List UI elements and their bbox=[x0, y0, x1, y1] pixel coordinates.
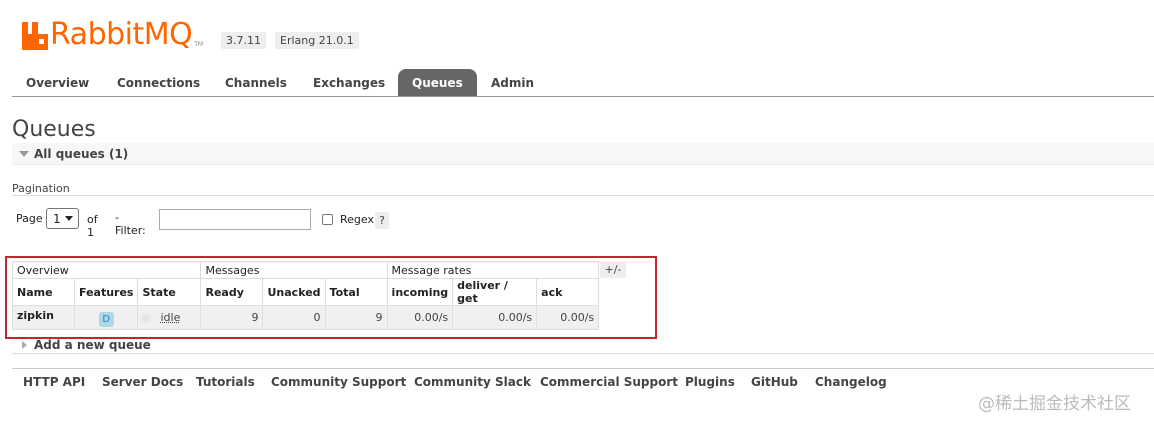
tab-exchanges[interactable]: Exchanges bbox=[299, 69, 399, 96]
footer-link-server-docs[interactable]: Server Docs bbox=[102, 375, 183, 389]
filter-label: - Filter: bbox=[115, 211, 146, 237]
add-queue-label: Add a new queue bbox=[34, 338, 151, 352]
features-cell: D bbox=[73, 305, 139, 330]
footer-link-http-api[interactable]: HTTP API bbox=[23, 375, 85, 389]
queues-table: Overview Messages Message rates Name Fea… bbox=[11, 261, 600, 330]
erlang-version-badge: Erlang 21.0.1 bbox=[275, 32, 359, 49]
page-select[interactable]: 1 bbox=[46, 208, 79, 229]
column-header-name[interactable]: Name bbox=[12, 278, 75, 306]
unacked-cell: 0 bbox=[262, 305, 326, 330]
watermark: @稀土掘金技术社区 bbox=[978, 394, 1131, 414]
incoming-cell: 0.00/s bbox=[386, 305, 454, 330]
all-queues-label: All queues (1) bbox=[34, 147, 129, 161]
footer-link-tutorials[interactable]: Tutorials bbox=[196, 375, 255, 389]
regex-checkbox[interactable] bbox=[322, 214, 333, 225]
tab-admin[interactable]: Admin bbox=[477, 69, 548, 96]
page-select-value: 1 bbox=[53, 212, 61, 226]
pagination-heading: Pagination bbox=[12, 182, 70, 195]
rabbit-logo-icon bbox=[22, 22, 48, 50]
all-queues-section-toggle[interactable]: All queues (1) bbox=[12, 143, 1154, 165]
page-label: Page bbox=[16, 212, 43, 225]
table-group-header-row: Overview Messages Message rates bbox=[11, 261, 600, 279]
help-button[interactable]: ? bbox=[375, 212, 389, 229]
durable-badge: D bbox=[98, 312, 114, 327]
footer-link-plugins[interactable]: Plugins bbox=[685, 375, 735, 389]
tab-overview[interactable]: Overview bbox=[12, 69, 103, 96]
column-header-incoming[interactable]: incoming bbox=[386, 278, 454, 306]
expand-triangle-icon bbox=[22, 341, 27, 349]
main-nav-tabs: Overview Connections Channels Exchanges … bbox=[12, 69, 1154, 97]
logo-trademark: TM bbox=[194, 41, 204, 48]
footer-link-community-support[interactable]: Community Support bbox=[271, 375, 406, 389]
column-header-total[interactable]: Total bbox=[324, 278, 388, 306]
ready-cell: 9 bbox=[200, 305, 264, 330]
group-header-overview: Overview bbox=[11, 261, 202, 279]
tab-channels[interactable]: Channels bbox=[211, 69, 301, 96]
column-header-deliver-get[interactable]: deliver / get bbox=[452, 278, 538, 306]
footer-link-community-slack[interactable]: Community Slack bbox=[414, 375, 531, 389]
footer-link-changelog[interactable]: Changelog bbox=[815, 375, 887, 389]
regex-label: Regex bbox=[340, 213, 374, 226]
chevron-down-icon bbox=[65, 216, 73, 221]
page-title: Queues bbox=[12, 117, 96, 142]
state-indicator-icon bbox=[142, 314, 151, 322]
page-count-label: of 1 bbox=[87, 213, 98, 239]
total-cell: 9 bbox=[324, 305, 388, 330]
column-header-features[interactable]: Features bbox=[73, 278, 139, 306]
logo-text: RabbitMQ bbox=[50, 17, 193, 52]
column-header-ready[interactable]: Ready bbox=[200, 278, 264, 306]
ack-cell: 0.00/s bbox=[536, 305, 600, 330]
footer-link-github[interactable]: GitHub bbox=[751, 375, 798, 389]
collapse-triangle-icon bbox=[19, 151, 29, 157]
group-header-message-rates: Message rates bbox=[386, 261, 600, 279]
tab-queues[interactable]: Queues bbox=[398, 69, 477, 96]
column-header-unacked[interactable]: Unacked bbox=[262, 278, 326, 306]
table-column-header-row: Name Features State Ready Unacked Total … bbox=[12, 278, 600, 306]
tab-connections[interactable]: Connections bbox=[103, 69, 214, 96]
queue-name-link[interactable]: zipkin bbox=[12, 305, 75, 330]
add-queue-section-toggle[interactable]: Add a new queue bbox=[12, 337, 1154, 354]
rabbitmq-logo[interactable]: RabbitMQ TM bbox=[22, 14, 203, 50]
table-row[interactable]: zipkin D idle 9 0 9 0.00/s 0.00/s 0.00/s bbox=[12, 305, 600, 330]
header: RabbitMQ TM 3.7.11 Erlang 21.0.1 Overvie… bbox=[0, 0, 1154, 97]
group-header-messages: Messages bbox=[200, 261, 388, 279]
footer-link-commercial-support[interactable]: Commercial Support bbox=[540, 375, 678, 389]
column-header-state[interactable]: State bbox=[137, 278, 202, 306]
state-text: idle bbox=[160, 311, 181, 324]
divider bbox=[12, 195, 1154, 196]
deliver-get-cell: 0.00/s bbox=[452, 305, 538, 330]
version-badge: 3.7.11 bbox=[221, 32, 266, 49]
column-toggle-button[interactable]: +/- bbox=[600, 262, 626, 278]
filter-input[interactable] bbox=[159, 209, 311, 230]
column-header-ack[interactable]: ack bbox=[536, 278, 600, 306]
state-cell: idle bbox=[137, 305, 202, 330]
